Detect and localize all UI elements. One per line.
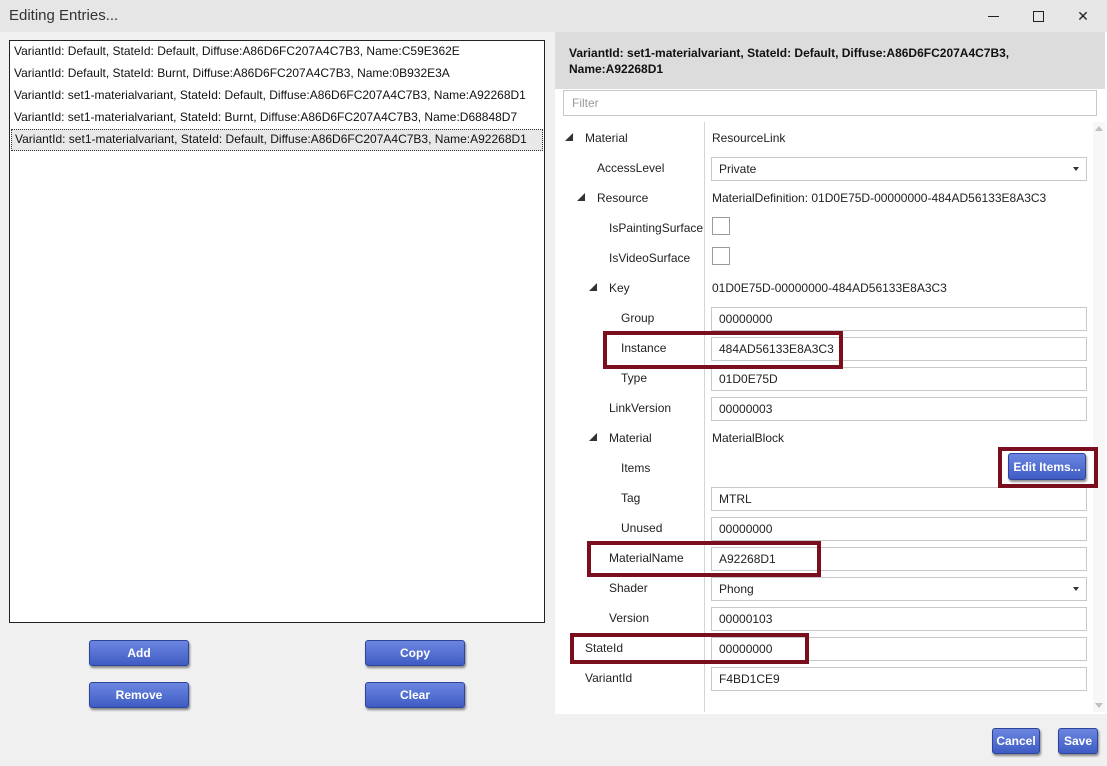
highlight-box-edit-items [998, 447, 1098, 488]
link-version-field[interactable]: 00000003 [711, 397, 1087, 421]
prop-label: Resource [597, 191, 649, 205]
add-button[interactable]: Add [89, 640, 189, 666]
prop-row-is-video-surface: IsVideoSurface [560, 243, 1093, 273]
selected-entry-title: VariantId: set1-materialvariant, StateId… [569, 46, 1010, 76]
highlight-box-material-name [587, 541, 821, 577]
type-field[interactable]: 01D0E75D [711, 367, 1087, 391]
scroll-up-icon[interactable] [1095, 126, 1103, 131]
list-item[interactable]: VariantId: Default, StateId: Burnt, Diff… [10, 63, 544, 85]
prop-row-variant-id: VariantId F4BD1CE9 [560, 663, 1093, 693]
prop-value: 01D0E75D-00000000-484AD56133E8A3C3 [712, 281, 947, 295]
is-video-surface-checkbox[interactable] [712, 247, 730, 265]
prop-label: VariantId [585, 671, 633, 685]
save-button[interactable]: Save [1058, 728, 1098, 754]
expand-triangle-icon[interactable] [589, 283, 597, 291]
maximize-button[interactable] [1015, 0, 1061, 32]
expand-triangle-icon[interactable] [589, 433, 597, 441]
scroll-down-icon[interactable] [1095, 703, 1103, 708]
shader-dropdown[interactable]: Phong [711, 577, 1087, 601]
chevron-down-icon [1073, 587, 1079, 591]
prop-row-resource: Resource MaterialDefinition: 01D0E75D-00… [560, 183, 1093, 213]
prop-row-material: Material ResourceLink [560, 123, 1093, 153]
window-title: Editing Entries... [9, 7, 119, 24]
maximize-icon [1032, 10, 1044, 22]
prop-label: Tag [621, 491, 641, 505]
property-scrollbar[interactable] [1093, 122, 1105, 712]
clear-button[interactable]: Clear [365, 682, 465, 708]
prop-value: ResourceLink [712, 131, 786, 145]
prop-label: IsPaintingSurface [609, 221, 704, 235]
expand-triangle-icon[interactable] [565, 133, 573, 141]
filter-box[interactable] [563, 90, 1097, 116]
prop-label: AccessLevel [597, 161, 665, 175]
title-bar: Editing Entries... ✕ [0, 0, 1107, 32]
group-field[interactable]: 00000000 [711, 307, 1087, 331]
dropdown-value: Phong [719, 582, 754, 596]
prop-value: MaterialDefinition: 01D0E75D-00000000-48… [712, 191, 1047, 205]
version-field[interactable]: 00000103 [711, 607, 1087, 631]
close-button[interactable]: ✕ [1060, 0, 1106, 32]
prop-row-version: Version 00000103 [560, 603, 1093, 633]
minimize-icon [987, 15, 999, 17]
prop-row-access-level: AccessLevel Private [560, 153, 1093, 183]
prop-label: Group [621, 311, 655, 325]
prop-label: Type [621, 371, 648, 385]
prop-label: Material [585, 131, 628, 145]
list-item[interactable]: VariantId: set1-materialvariant, StateId… [10, 107, 544, 129]
list-item[interactable]: VariantId: set1-materialvariant, StateId… [10, 85, 544, 107]
prop-label: Material [609, 431, 652, 445]
prop-label: Shader [609, 581, 648, 595]
prop-value: MaterialBlock [712, 431, 785, 445]
list-item[interactable]: VariantId: Default, StateId: Default, Di… [10, 41, 544, 63]
prop-row-link-version: LinkVersion 00000003 [560, 393, 1093, 423]
highlight-box-state-id [570, 633, 809, 664]
prop-label: Items [621, 461, 651, 475]
prop-row-group: Group 00000000 [560, 303, 1093, 333]
prop-label: LinkVersion [609, 401, 672, 415]
minimize-button[interactable] [970, 0, 1016, 32]
list-item[interactable]: VariantId: set1-materialvariant, StateId… [11, 129, 543, 151]
remove-button[interactable]: Remove [89, 682, 189, 708]
highlight-box-instance [603, 331, 843, 369]
copy-button[interactable]: Copy [365, 640, 465, 666]
access-level-dropdown[interactable]: Private [711, 157, 1087, 181]
splitter[interactable] [545, 32, 555, 714]
prop-label: Version [609, 611, 650, 625]
expand-triangle-icon[interactable] [577, 193, 585, 201]
filter-input[interactable] [564, 91, 1096, 115]
close-icon: ✕ [1077, 7, 1089, 24]
tag-field[interactable]: MTRL [711, 487, 1087, 511]
variant-id-field[interactable]: F4BD1CE9 [711, 667, 1087, 691]
dropdown-value: Private [719, 162, 757, 176]
prop-row-is-painting-surface: IsPaintingSurface [560, 213, 1093, 243]
selected-entry-header: VariantId: set1-materialvariant, StateId… [555, 32, 1105, 89]
prop-label: IsVideoSurface [609, 251, 691, 265]
prop-row-key: Key 01D0E75D-00000000-484AD56133E8A3C3 [560, 273, 1093, 303]
prop-label: Unused [621, 521, 663, 535]
prop-row-shader: Shader Phong [560, 573, 1093, 603]
is-painting-surface-checkbox[interactable] [712, 217, 730, 235]
unused-field[interactable]: 00000000 [711, 517, 1087, 541]
prop-row-unused: Unused 00000000 [560, 513, 1093, 543]
prop-label: Key [609, 281, 630, 295]
entries-list[interactable]: VariantId: Default, StateId: Default, Di… [9, 40, 545, 623]
chevron-down-icon [1073, 167, 1079, 171]
cancel-button[interactable]: Cancel [992, 728, 1040, 754]
